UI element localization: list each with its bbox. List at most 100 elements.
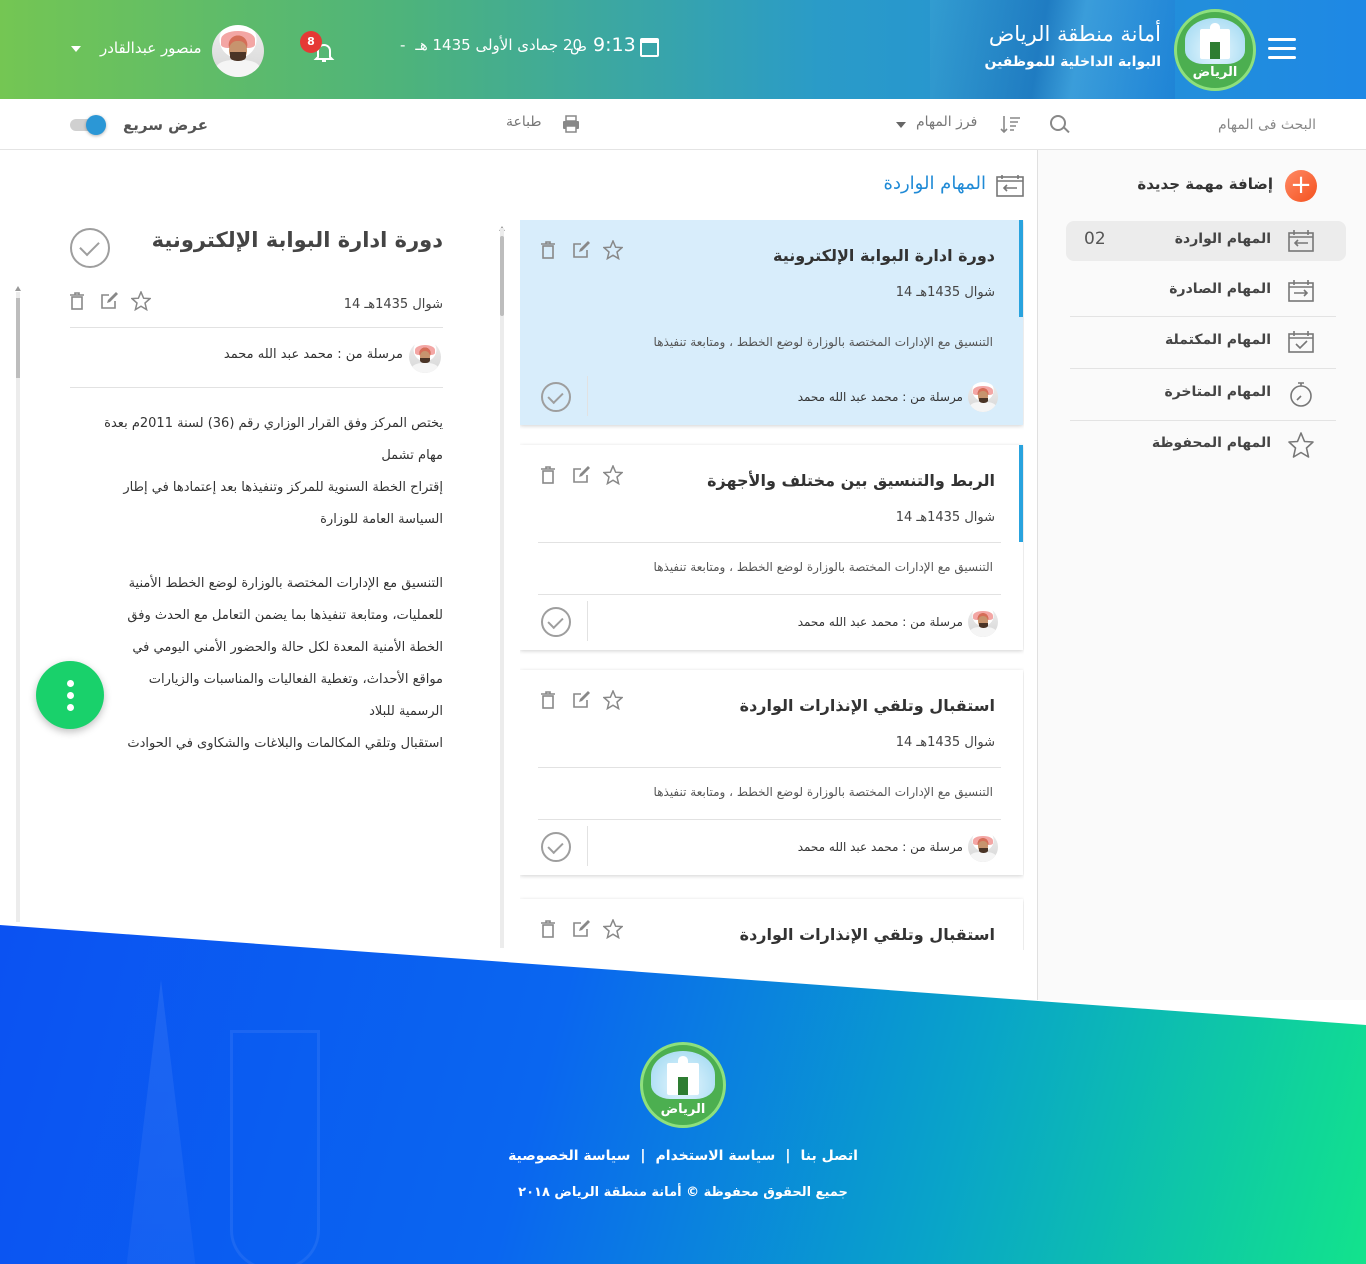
unread-indicator: [1019, 445, 1023, 542]
riyadh-logo[interactable]: الرياض: [1174, 9, 1256, 91]
edit-icon[interactable]: [571, 465, 591, 485]
sidebar-item-late[interactable]: المهام المتاخرة: [1066, 374, 1346, 414]
search-icon[interactable]: [1050, 115, 1066, 131]
sender-avatar: [409, 341, 441, 373]
scroll-up-arrow-icon[interactable]: [15, 286, 21, 291]
chevron-down-icon[interactable]: [71, 46, 81, 52]
body-line: للعمليات، ومتابعة تنفيذها بما يضمن التعا…: [127, 608, 443, 623]
body-line: إقتراح الخطة السنوية للمركز وتنفيذها بعد…: [123, 480, 443, 495]
task-date: شوال 1435هـ 14: [895, 735, 995, 750]
more-actions-button[interactable]: [36, 661, 104, 729]
sidebar-item-label: المهام الواردة: [1174, 231, 1271, 247]
detail-body: يختص المركز وفق القرار الوزاري رقم (36) …: [60, 408, 443, 760]
dot: [67, 680, 74, 687]
building-outline-graphic: [230, 1030, 320, 1264]
edit-icon[interactable]: [571, 240, 591, 260]
quick-view-toggle[interactable]: [70, 115, 106, 135]
sort-icon[interactable]: [1000, 112, 1022, 136]
brand-subtitle: البوابة الداخلية للموظفين: [984, 54, 1161, 70]
brand-title: أمانة منطقة الرياض: [988, 22, 1161, 46]
star-icon[interactable]: [603, 240, 623, 260]
body-line: السياسة العامة للوزارة: [320, 512, 443, 527]
complete-check-icon[interactable]: [541, 607, 571, 637]
sender-avatar: [968, 832, 998, 862]
body-line: التنسيق مع الإدارات المختصة بالوزارة لوض…: [128, 576, 443, 591]
complete-check-icon[interactable]: [541, 382, 571, 412]
date-value: 20 جمادى الأولى 1435 هـ: [415, 36, 583, 54]
body-line: استقبال وتلقي المكالمات والبلاغات والشكا…: [127, 736, 443, 751]
scrollbar-thumb[interactable]: [16, 298, 20, 378]
sender-avatar: [968, 382, 998, 412]
divider: [538, 594, 1001, 595]
divider: [587, 376, 588, 416]
star-icon[interactable]: [603, 690, 623, 710]
star-icon[interactable]: [131, 291, 151, 311]
sidebar-item-count: 02: [1084, 229, 1106, 249]
sidebar-item-outgoing[interactable]: المهام الصادرة: [1066, 271, 1346, 311]
task-title: الربط والتنسيق بين مختلف والأجهزة: [707, 471, 995, 490]
header-building-graphic: [930, 0, 1175, 99]
edit-icon[interactable]: [99, 291, 119, 311]
inbox-tray-icon: [1288, 230, 1314, 252]
trash-icon[interactable]: [538, 690, 558, 710]
list-scrollbar[interactable]: [500, 228, 504, 948]
complete-check-icon[interactable]: [541, 832, 571, 862]
task-sender: مرسلة من : محمد عبد الله محمد: [797, 390, 963, 404]
task-sender: مرسلة من : محمد عبد الله محمد: [797, 615, 963, 629]
sidebar-item-completed[interactable]: المهام المكتملة: [1066, 322, 1346, 362]
search-input[interactable]: [1080, 113, 1316, 137]
detail-scrollbar[interactable]: [16, 292, 20, 922]
contact-link[interactable]: اتصل بنا: [800, 1148, 857, 1164]
printer-icon[interactable]: [561, 114, 581, 134]
terms-link[interactable]: سياسة الاستخدام: [656, 1148, 776, 1164]
trash-icon[interactable]: [538, 240, 558, 260]
task-description: التنسيق مع الإدارات المختصة بالوزارة لوض…: [653, 560, 993, 574]
task-card[interactable]: دورة ادارة البوابة الإلكترونية شوال 1435…: [520, 220, 1023, 425]
edit-icon[interactable]: [571, 919, 591, 939]
user-avatar[interactable]: [212, 25, 264, 77]
plus-icon[interactable]: +: [1285, 170, 1317, 202]
body-line: الخطة الأمنية المعدة لكل حالة والحضور ال…: [132, 640, 443, 655]
add-task-button[interactable]: إضافة مهمة جديدة: [1110, 175, 1273, 193]
trash-icon[interactable]: [538, 919, 558, 939]
body-line: مواقع الأحداث، وتغطية الفعاليات والمناسب…: [148, 672, 443, 687]
dot: [67, 692, 74, 699]
task-title: استقبال وتلقي الإنذارات الواردة: [739, 925, 995, 944]
star-icon: [1288, 432, 1314, 458]
sidebar-item-saved[interactable]: المهام المحفوظة: [1066, 425, 1346, 465]
sidebar-divider: [1070, 316, 1336, 317]
star-icon[interactable]: [603, 465, 623, 485]
user-name[interactable]: منصور عبدالقادر: [100, 39, 202, 57]
edit-icon[interactable]: [571, 690, 591, 710]
task-card[interactable]: استقبال وتلقي الإنذارات الواردة: [520, 899, 1023, 950]
sidebar-item-incoming[interactable]: المهام الواردة 02: [1066, 221, 1346, 261]
body-line: الرسمية للبلاد: [369, 704, 443, 719]
scrollbar-thumb[interactable]: [500, 236, 504, 316]
footer-links: اتصل بنا | سياسة الاستخدام | سياسة الخصوصية: [0, 1148, 1366, 1164]
sidebar-divider: [1070, 420, 1336, 421]
trash-icon[interactable]: [538, 465, 558, 485]
list-heading: المهام الواردة: [883, 173, 986, 194]
stopwatch-icon: [1290, 382, 1312, 407]
footer-logo: الرياض: [640, 1042, 726, 1128]
link-separator: |: [640, 1148, 646, 1164]
divider: [70, 387, 443, 388]
task-card[interactable]: الربط والتنسيق بين مختلف والأجهزة شوال 1…: [520, 445, 1023, 650]
task-sender: مرسلة من : محمد عبد الله محمد: [797, 840, 963, 854]
task-title: استقبال وتلقي الإنذارات الواردة: [739, 696, 995, 715]
privacy-link[interactable]: سياسة الخصوصية: [508, 1148, 630, 1164]
trash-icon[interactable]: [67, 291, 87, 311]
sidebar-item-label: المهام المحفوظة: [1151, 435, 1271, 451]
divider: [538, 819, 1001, 820]
inbox-tray-icon: [996, 175, 1024, 197]
hamburger-menu-icon[interactable]: [1268, 38, 1296, 60]
detail-date: شوال 1435هـ 14: [343, 297, 443, 312]
task-description: التنسيق مع الإدارات المختصة بالوزارة لوض…: [653, 785, 993, 799]
sort-label[interactable]: فرز المهام: [916, 114, 977, 130]
sort-chevron-down-icon[interactable]: [896, 122, 906, 128]
logo-text: الرياض: [660, 1102, 706, 1117]
complete-check-icon[interactable]: [70, 228, 110, 268]
task-card[interactable]: استقبال وتلقي الإنذارات الواردة شوال 143…: [520, 670, 1023, 875]
star-icon[interactable]: [603, 919, 623, 939]
print-label[interactable]: طباعة: [506, 114, 542, 130]
